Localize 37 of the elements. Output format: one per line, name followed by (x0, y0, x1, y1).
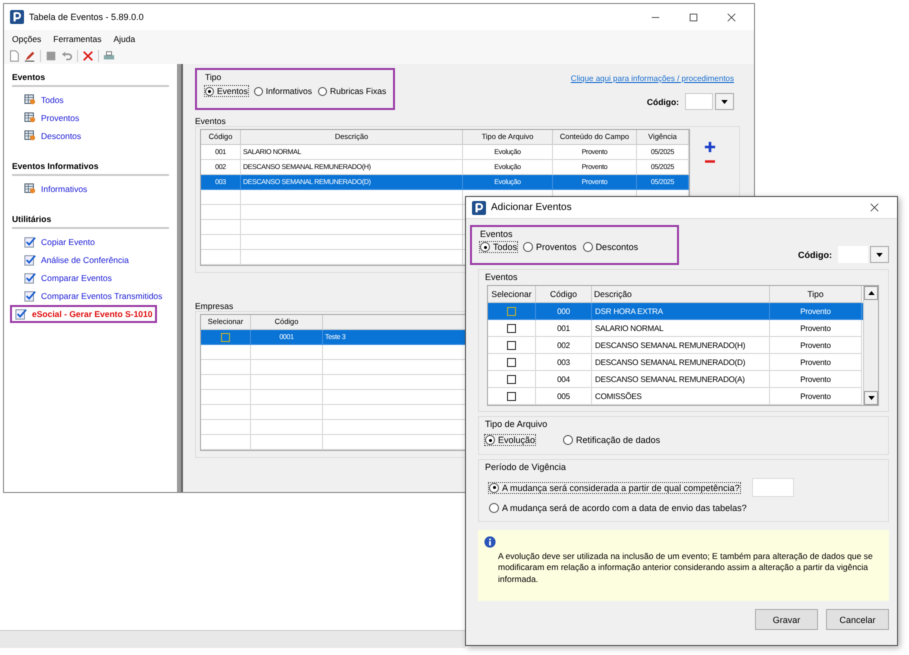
window-title: Tabela de Eventos - 5.89.0.0 (29, 12, 144, 22)
group-label: Eventos (480, 229, 514, 239)
code-label: Código: (646, 96, 679, 106)
table-cell: Provento (770, 388, 862, 405)
column-header: Descrição (592, 286, 770, 303)
code-label: Código: (798, 250, 832, 260)
group-label: Período de Vigência (485, 462, 566, 472)
section-title: Eventos (12, 71, 46, 84)
group-label: Eventos (485, 272, 518, 282)
table-cell: Provento (770, 320, 862, 337)
window-title: Adicionar Eventos (491, 202, 572, 213)
table-cell: Provento (770, 303, 862, 320)
group-label: Tipo (205, 72, 222, 82)
table-cell: 005 (536, 388, 592, 405)
table-cell: SALARIO NORMAL (592, 320, 770, 337)
table-cell: Provento (770, 354, 862, 371)
table-cell: 002 (536, 337, 592, 354)
table-cell: 003 (536, 354, 592, 371)
group-label: Empresas (195, 301, 234, 311)
section-title: Eventos Informativos (12, 160, 100, 173)
table-cell: 000 (536, 303, 592, 320)
column-header: Código (536, 286, 592, 303)
table-cell: 001 (536, 320, 592, 337)
section-title: Utilitários (12, 213, 52, 226)
group-label: Eventos (195, 116, 226, 126)
table-cell: DESCANSO SEMANAL REMUNERADO(A) (592, 371, 770, 388)
group-label: Tipo de Arquivo (485, 419, 548, 429)
info-text: A evolução deve ser utilizada na inclusão de um evento; E também para alteração de dados que se modificaram em relação a informação anterior considerando assim a alteração a partir da vigência informada. (497, 551, 874, 586)
table-cell: DSR HORA EXTRA (592, 303, 770, 320)
column-header: Tipo (770, 286, 862, 303)
table-cell: COMISSÕES (592, 388, 770, 405)
table-cell: DESCANSO SEMANAL REMUNERADO(H) (592, 337, 770, 354)
table-cell: 004 (536, 371, 592, 388)
table-cell: Provento (770, 371, 862, 388)
table-cell: Provento (770, 337, 862, 354)
column-header: Selecionar (488, 286, 536, 303)
table-cell: DESCANSO SEMANAL REMUNERADO(D) (592, 354, 770, 371)
